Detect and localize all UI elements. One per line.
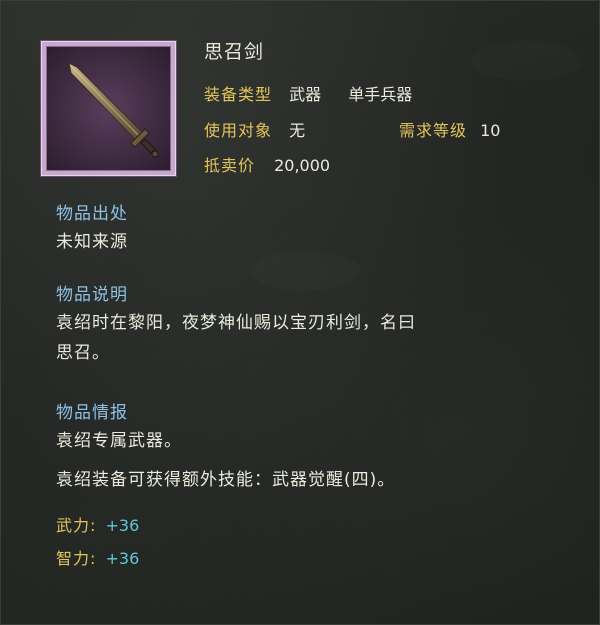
description-line-2: 思召。 bbox=[56, 343, 110, 363]
sell-row: 抵卖价 20,000 bbox=[204, 152, 330, 176]
background-smudge bbox=[251, 251, 361, 291]
stat-row-intelligence: 智力: +36 bbox=[56, 545, 139, 569]
intel-line-2: 袁绍装备可获得额外技能：武器觉醒(四)。 bbox=[56, 470, 396, 490]
level-label: 需求等级 bbox=[399, 121, 468, 140]
item-portrait-frame bbox=[41, 41, 176, 176]
equip-type-value: 武器 bbox=[289, 85, 322, 104]
target-row: 使用对象 无 bbox=[204, 117, 305, 141]
stat-name: 武力: bbox=[56, 516, 97, 535]
equip-subtype-value: 单手兵器 bbox=[348, 85, 413, 104]
stat-value: +36 bbox=[105, 549, 140, 568]
description-line-1: 袁绍时在黎阳，夜梦神仙赐以宝刃利剑，名曰 bbox=[56, 313, 416, 333]
level-value: 10 bbox=[480, 121, 501, 140]
intel-line-1: 袁绍专属武器。 bbox=[56, 431, 182, 451]
source-heading: 物品出处 bbox=[56, 204, 128, 224]
item-name: 思召剑 bbox=[204, 41, 265, 63]
description-heading: 物品说明 bbox=[56, 285, 128, 305]
background-smudge bbox=[471, 41, 581, 81]
stat-name: 智力: bbox=[56, 549, 97, 568]
equip-type-label: 装备类型 bbox=[204, 85, 273, 104]
sell-value: 20,000 bbox=[274, 156, 331, 175]
equip-type-row: 装备类型 武器 单手兵器 bbox=[204, 81, 412, 105]
item-tooltip-panel: 思召剑 装备类型 武器 单手兵器 使用对象 无 需求等级 10 抵卖价 20,0… bbox=[0, 0, 600, 625]
stat-row-strength: 武力: +36 bbox=[56, 512, 139, 536]
target-value: 无 bbox=[289, 121, 306, 140]
item-portrait bbox=[46, 46, 171, 171]
stat-value: +36 bbox=[105, 516, 140, 535]
sword-icon bbox=[68, 62, 159, 158]
intel-heading: 物品情报 bbox=[56, 403, 128, 423]
sell-label: 抵卖价 bbox=[204, 156, 256, 175]
source-text: 未知来源 bbox=[56, 232, 128, 252]
level-row: 需求等级 10 bbox=[399, 117, 500, 141]
target-label: 使用对象 bbox=[204, 121, 273, 140]
